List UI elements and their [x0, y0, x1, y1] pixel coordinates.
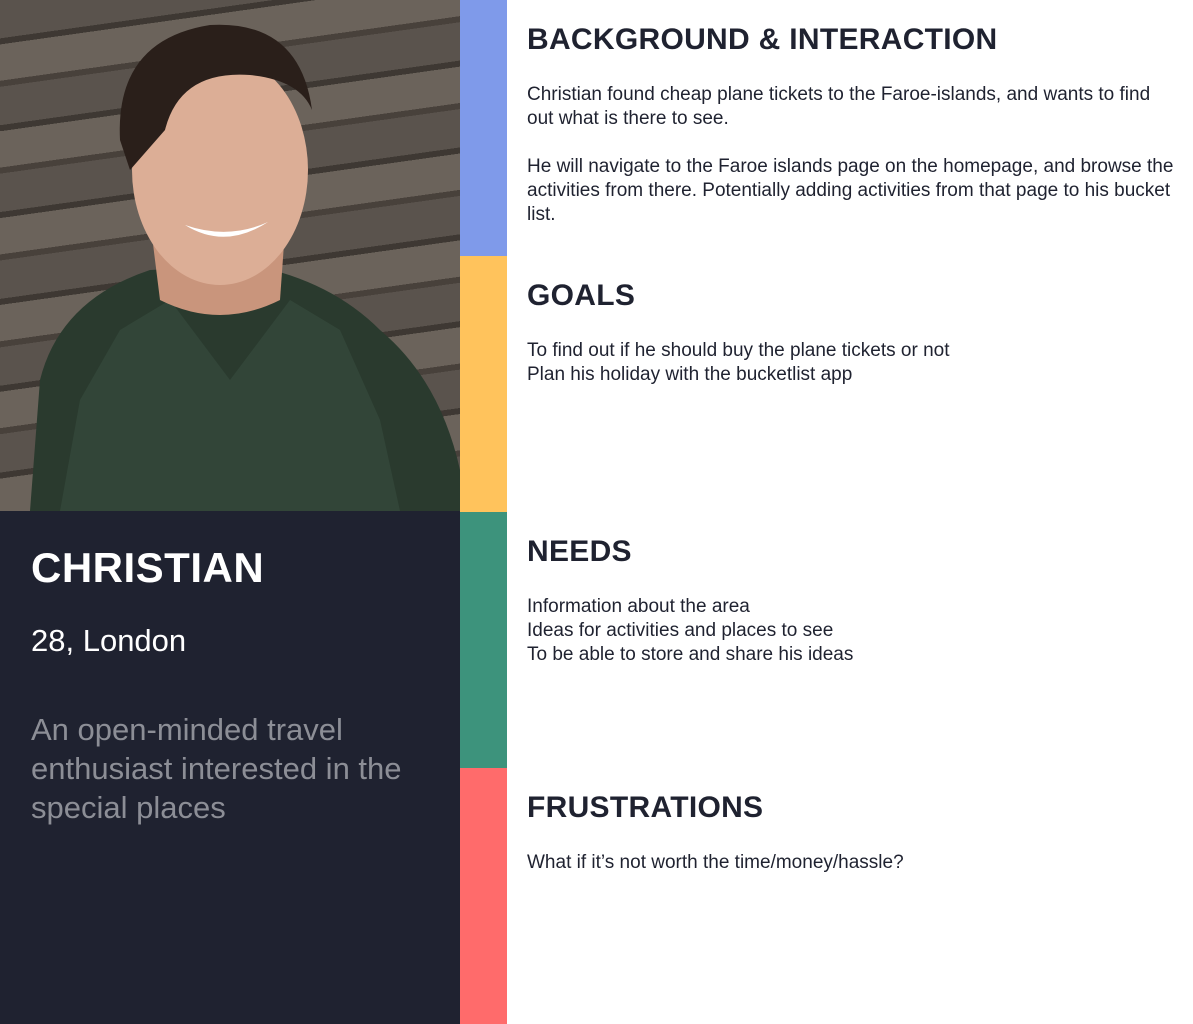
- persona-name: CHRISTIAN: [31, 544, 265, 591]
- section-background-interaction: BACKGROUND & INTERACTION Christian found…: [527, 21, 1177, 227]
- color-bar-needs: [460, 512, 507, 768]
- section-goals: GOALS To find out if he should buy the p…: [527, 277, 1177, 387]
- color-bar-goals: [460, 256, 507, 512]
- section-body: What if it’s not worth the time/money/ha…: [527, 852, 904, 873]
- persona-age-location: 28, London: [31, 623, 187, 658]
- section-title: BACKGROUND & INTERACTION: [527, 23, 998, 56]
- color-bar-background: [460, 0, 507, 256]
- section-body: Christian found cheap plane tickets to t…: [527, 84, 1174, 225]
- section-body: To find out if he should buy the plane t…: [527, 340, 950, 385]
- section-body: Information about the area Ideas for act…: [527, 596, 854, 665]
- persona-photo: [0, 0, 460, 511]
- section-frustrations: FRUSTRATIONS What if it’s not worth the …: [527, 789, 1177, 875]
- color-bar-frustrations: [460, 768, 507, 1024]
- section-title: NEEDS: [527, 535, 632, 568]
- section-needs: NEEDS Information about the area Ideas f…: [527, 533, 1177, 667]
- persona-bio: An open-minded travel enthusiast interes…: [31, 712, 402, 825]
- section-title: FRUSTRATIONS: [527, 791, 764, 824]
- persona-photo-illustration: [30, 24, 460, 511]
- section-title: GOALS: [527, 279, 636, 312]
